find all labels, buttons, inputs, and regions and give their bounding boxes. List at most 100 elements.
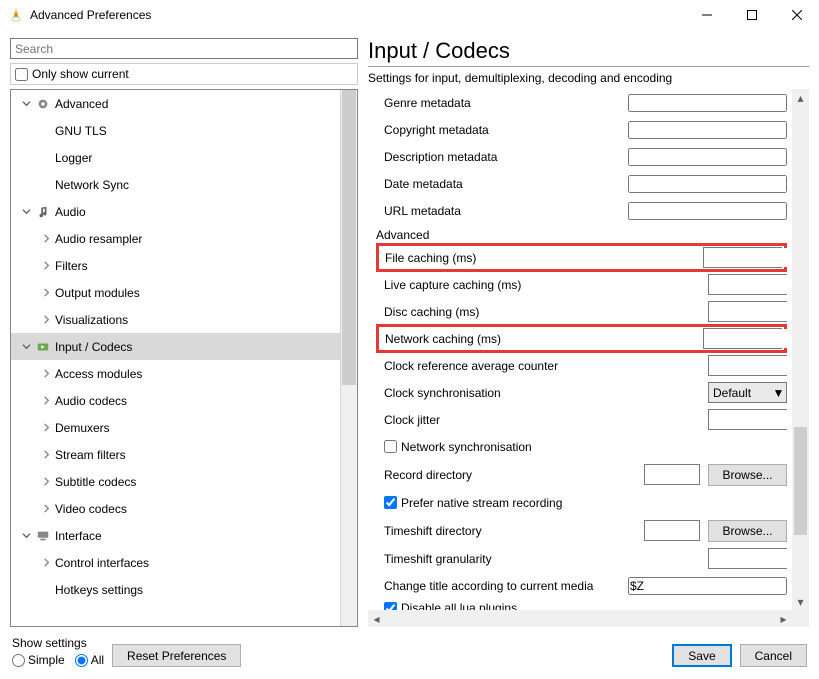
app-icon bbox=[8, 7, 24, 23]
chevron-down-icon bbox=[19, 99, 33, 108]
tree-item-access-modules[interactable]: Access modules bbox=[11, 360, 340, 387]
only-show-current-row[interactable]: Only show current bbox=[10, 63, 358, 85]
page-title: Input / Codecs bbox=[368, 38, 809, 64]
tree-item-control-interfaces[interactable]: Control interfaces bbox=[11, 549, 340, 576]
tree-item-audio-resampler[interactable]: Audio resampler bbox=[11, 225, 340, 252]
timeshift-gran-label: Timeshift granularity bbox=[376, 552, 708, 566]
timeshift-dir-label: Timeshift directory bbox=[376, 524, 636, 538]
tree-item-gnu-tls[interactable]: GNU TLS bbox=[11, 117, 340, 144]
tree-item-input-codecs[interactable]: Input / Codecs bbox=[11, 333, 340, 360]
settings-vscrollbar[interactable]: ▴ ▾ bbox=[792, 89, 809, 610]
chevron-right-icon bbox=[39, 261, 53, 270]
timeshift-dir-browse-button[interactable]: Browse... bbox=[708, 520, 787, 542]
close-button[interactable] bbox=[774, 0, 819, 30]
tree-item-advanced[interactable]: Advanced bbox=[11, 90, 340, 117]
chevron-right-icon bbox=[39, 504, 53, 513]
network-caching-label: Network caching (ms) bbox=[381, 332, 703, 346]
file-caching-highlight: File caching (ms) ▲▼ bbox=[376, 243, 787, 272]
genre-metadata-label: Genre metadata bbox=[376, 96, 628, 110]
tree-item-logger[interactable]: Logger bbox=[11, 144, 340, 171]
divider bbox=[368, 66, 809, 67]
tree-item-stream-filters[interactable]: Stream filters bbox=[11, 441, 340, 468]
chevron-right-icon bbox=[39, 315, 53, 324]
settings-hscrollbar[interactable]: ◂ ▸ bbox=[368, 610, 792, 627]
chevron-down-icon bbox=[19, 531, 33, 540]
tree-item-network-sync[interactable]: Network Sync bbox=[11, 171, 340, 198]
description-metadata-input[interactable] bbox=[628, 148, 787, 166]
tree-item-output-modules[interactable]: Output modules bbox=[11, 279, 340, 306]
tree-item-video-codecs[interactable]: Video codecs bbox=[11, 495, 340, 522]
clock-sync-combo[interactable]: Default▼ bbox=[708, 382, 787, 403]
file-caching-input[interactable]: ▲▼ bbox=[703, 247, 782, 268]
tree-item-visualizations[interactable]: Visualizations bbox=[11, 306, 340, 333]
record-dir-input[interactable] bbox=[644, 464, 700, 485]
change-title-input[interactable] bbox=[628, 577, 787, 595]
page-subtitle: Settings for input, demultiplexing, deco… bbox=[368, 71, 809, 85]
network-caching-input[interactable]: ▲▼ bbox=[703, 328, 782, 349]
scroll-right-icon[interactable]: ▸ bbox=[775, 610, 792, 627]
prefer-native-checkbox[interactable] bbox=[384, 496, 397, 509]
timeshift-gran-input[interactable]: ▲▼ bbox=[708, 548, 787, 569]
gear-icon bbox=[33, 97, 53, 111]
codec-icon bbox=[33, 340, 53, 354]
chevron-right-icon bbox=[39, 477, 53, 486]
clock-jitter-input[interactable]: ▲▼ bbox=[708, 409, 787, 430]
description-metadata-label: Description metadata bbox=[376, 150, 628, 164]
date-metadata-input[interactable] bbox=[628, 175, 787, 193]
reset-preferences-button[interactable]: Reset Preferences bbox=[112, 644, 241, 667]
tree-item-audio-codecs[interactable]: Audio codecs bbox=[11, 387, 340, 414]
clock-sync-label: Clock synchronisation bbox=[376, 386, 708, 400]
disc-caching-input[interactable]: ▲▼ bbox=[708, 301, 787, 322]
tree-item-filters[interactable]: Filters bbox=[11, 252, 340, 279]
chevron-right-icon bbox=[39, 396, 53, 405]
url-metadata-label: URL metadata bbox=[376, 204, 628, 218]
save-button[interactable]: Save bbox=[672, 644, 731, 667]
chevron-down-icon bbox=[19, 207, 33, 216]
tree-scrollbar[interactable] bbox=[340, 90, 357, 626]
simple-radio[interactable]: Simple bbox=[12, 653, 65, 667]
genre-metadata-input[interactable] bbox=[628, 94, 787, 112]
url-metadata-input[interactable] bbox=[628, 202, 787, 220]
scroll-up-icon[interactable]: ▴ bbox=[792, 89, 809, 106]
tree-item-hotkeys-settings[interactable]: Hotkeys settings bbox=[11, 576, 340, 603]
record-dir-label: Record directory bbox=[376, 468, 636, 482]
clock-ref-input[interactable]: ▲▼ bbox=[708, 355, 787, 376]
all-radio[interactable]: All bbox=[75, 653, 104, 667]
preferences-tree[interactable]: AdvancedGNU TLSLoggerNetwork SyncAudioAu… bbox=[11, 90, 340, 626]
clock-jitter-label: Clock jitter bbox=[376, 413, 708, 427]
scroll-down-icon[interactable]: ▾ bbox=[792, 593, 809, 610]
chevron-right-icon bbox=[39, 288, 53, 297]
prefer-native-label: Prefer native stream recording bbox=[401, 496, 562, 510]
disable-lua-checkbox[interactable] bbox=[384, 602, 397, 611]
minimize-button[interactable] bbox=[684, 0, 729, 30]
network-sync-label: Network synchronisation bbox=[401, 440, 532, 454]
date-metadata-label: Date metadata bbox=[376, 177, 628, 191]
chevron-right-icon bbox=[39, 369, 53, 378]
clock-ref-label: Clock reference average counter bbox=[376, 359, 708, 373]
cancel-button[interactable]: Cancel bbox=[740, 644, 807, 667]
search-input[interactable] bbox=[10, 38, 358, 59]
live-caching-input[interactable]: ▲▼ bbox=[708, 274, 787, 295]
tree-item-interface[interactable]: Interface bbox=[11, 522, 340, 549]
record-dir-browse-button[interactable]: Browse... bbox=[708, 464, 787, 486]
change-title-label: Change title according to current media bbox=[376, 579, 628, 593]
advanced-section-header: Advanced bbox=[376, 224, 787, 244]
tree-item-subtitle-codecs[interactable]: Subtitle codecs bbox=[11, 468, 340, 495]
chevron-right-icon bbox=[39, 450, 53, 459]
window-title: Advanced Preferences bbox=[30, 8, 684, 22]
chevron-right-icon bbox=[39, 234, 53, 243]
copyright-metadata-input[interactable] bbox=[628, 121, 787, 139]
copyright-metadata-label: Copyright metadata bbox=[376, 123, 628, 137]
scroll-left-icon[interactable]: ◂ bbox=[368, 610, 385, 627]
note-icon bbox=[33, 205, 53, 219]
maximize-button[interactable] bbox=[729, 0, 774, 30]
network-sync-checkbox[interactable] bbox=[384, 440, 397, 453]
timeshift-dir-input[interactable] bbox=[644, 520, 700, 541]
tree-item-audio[interactable]: Audio bbox=[11, 198, 340, 225]
network-caching-highlight: Network caching (ms) ▲▼ bbox=[376, 324, 787, 353]
only-show-current-checkbox[interactable] bbox=[15, 68, 28, 81]
disable-lua-label: Disable all lua plugins bbox=[401, 601, 517, 610]
tree-item-demuxers[interactable]: Demuxers bbox=[11, 414, 340, 441]
chevron-down-icon bbox=[19, 342, 33, 351]
file-caching-label: File caching (ms) bbox=[381, 251, 703, 265]
